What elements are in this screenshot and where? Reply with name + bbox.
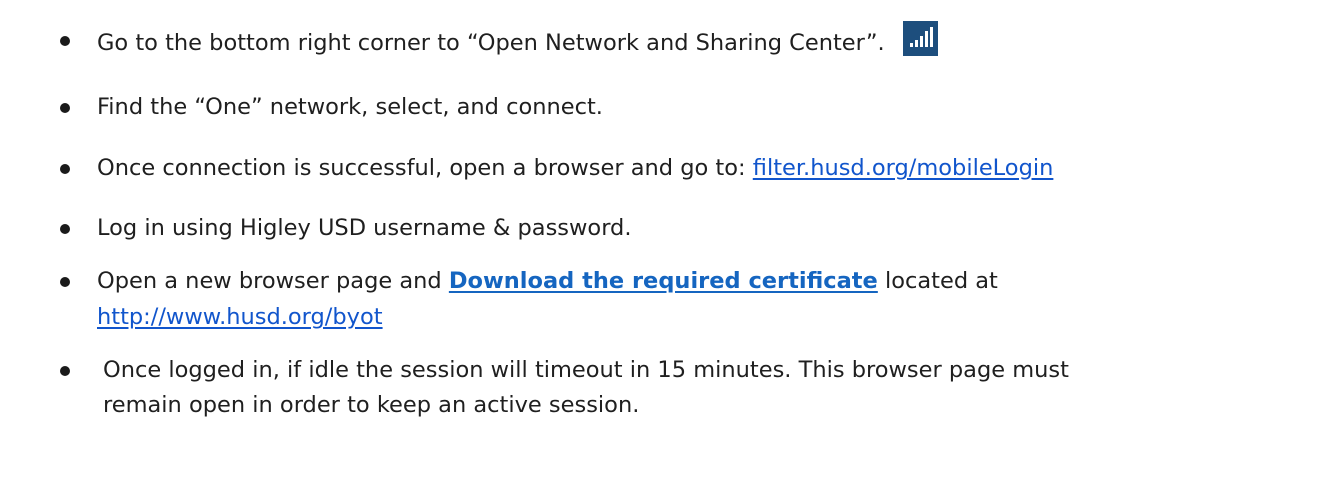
- download-certificate-link[interactable]: Download the required certificate: [449, 268, 878, 294]
- step-text: Log in using Higley USD username & passw…: [97, 215, 632, 241]
- step-text: Go to the bottom right corner to “Open N…: [97, 30, 885, 56]
- bullet-icon: [60, 277, 70, 287]
- mobile-login-link[interactable]: filter.husd.org/mobileLogin: [753, 155, 1054, 181]
- bullet-icon: [60, 224, 70, 234]
- byot-link[interactable]: http://www.husd.org/byot: [97, 304, 383, 330]
- instruction-document: Go to the bottom right corner to “Open N…: [0, 0, 1331, 504]
- bullet-icon: [60, 164, 70, 174]
- step-text-continued: located at: [877, 268, 998, 294]
- step-text: Once connection is successful, open a br…: [97, 155, 753, 181]
- step-text: Once logged in, if idle the session will…: [103, 357, 1069, 383]
- bullet-icon: [60, 36, 70, 46]
- network-signal-icon: [902, 21, 938, 56]
- step-text: Find the “One” network, select, and conn…: [97, 94, 603, 120]
- step-text: Open a new browser page and: [97, 268, 449, 294]
- bullet-icon: [60, 366, 70, 376]
- step-text-continued: remain open in order to keep an active s…: [103, 392, 640, 418]
- bullet-icon: [60, 103, 70, 113]
